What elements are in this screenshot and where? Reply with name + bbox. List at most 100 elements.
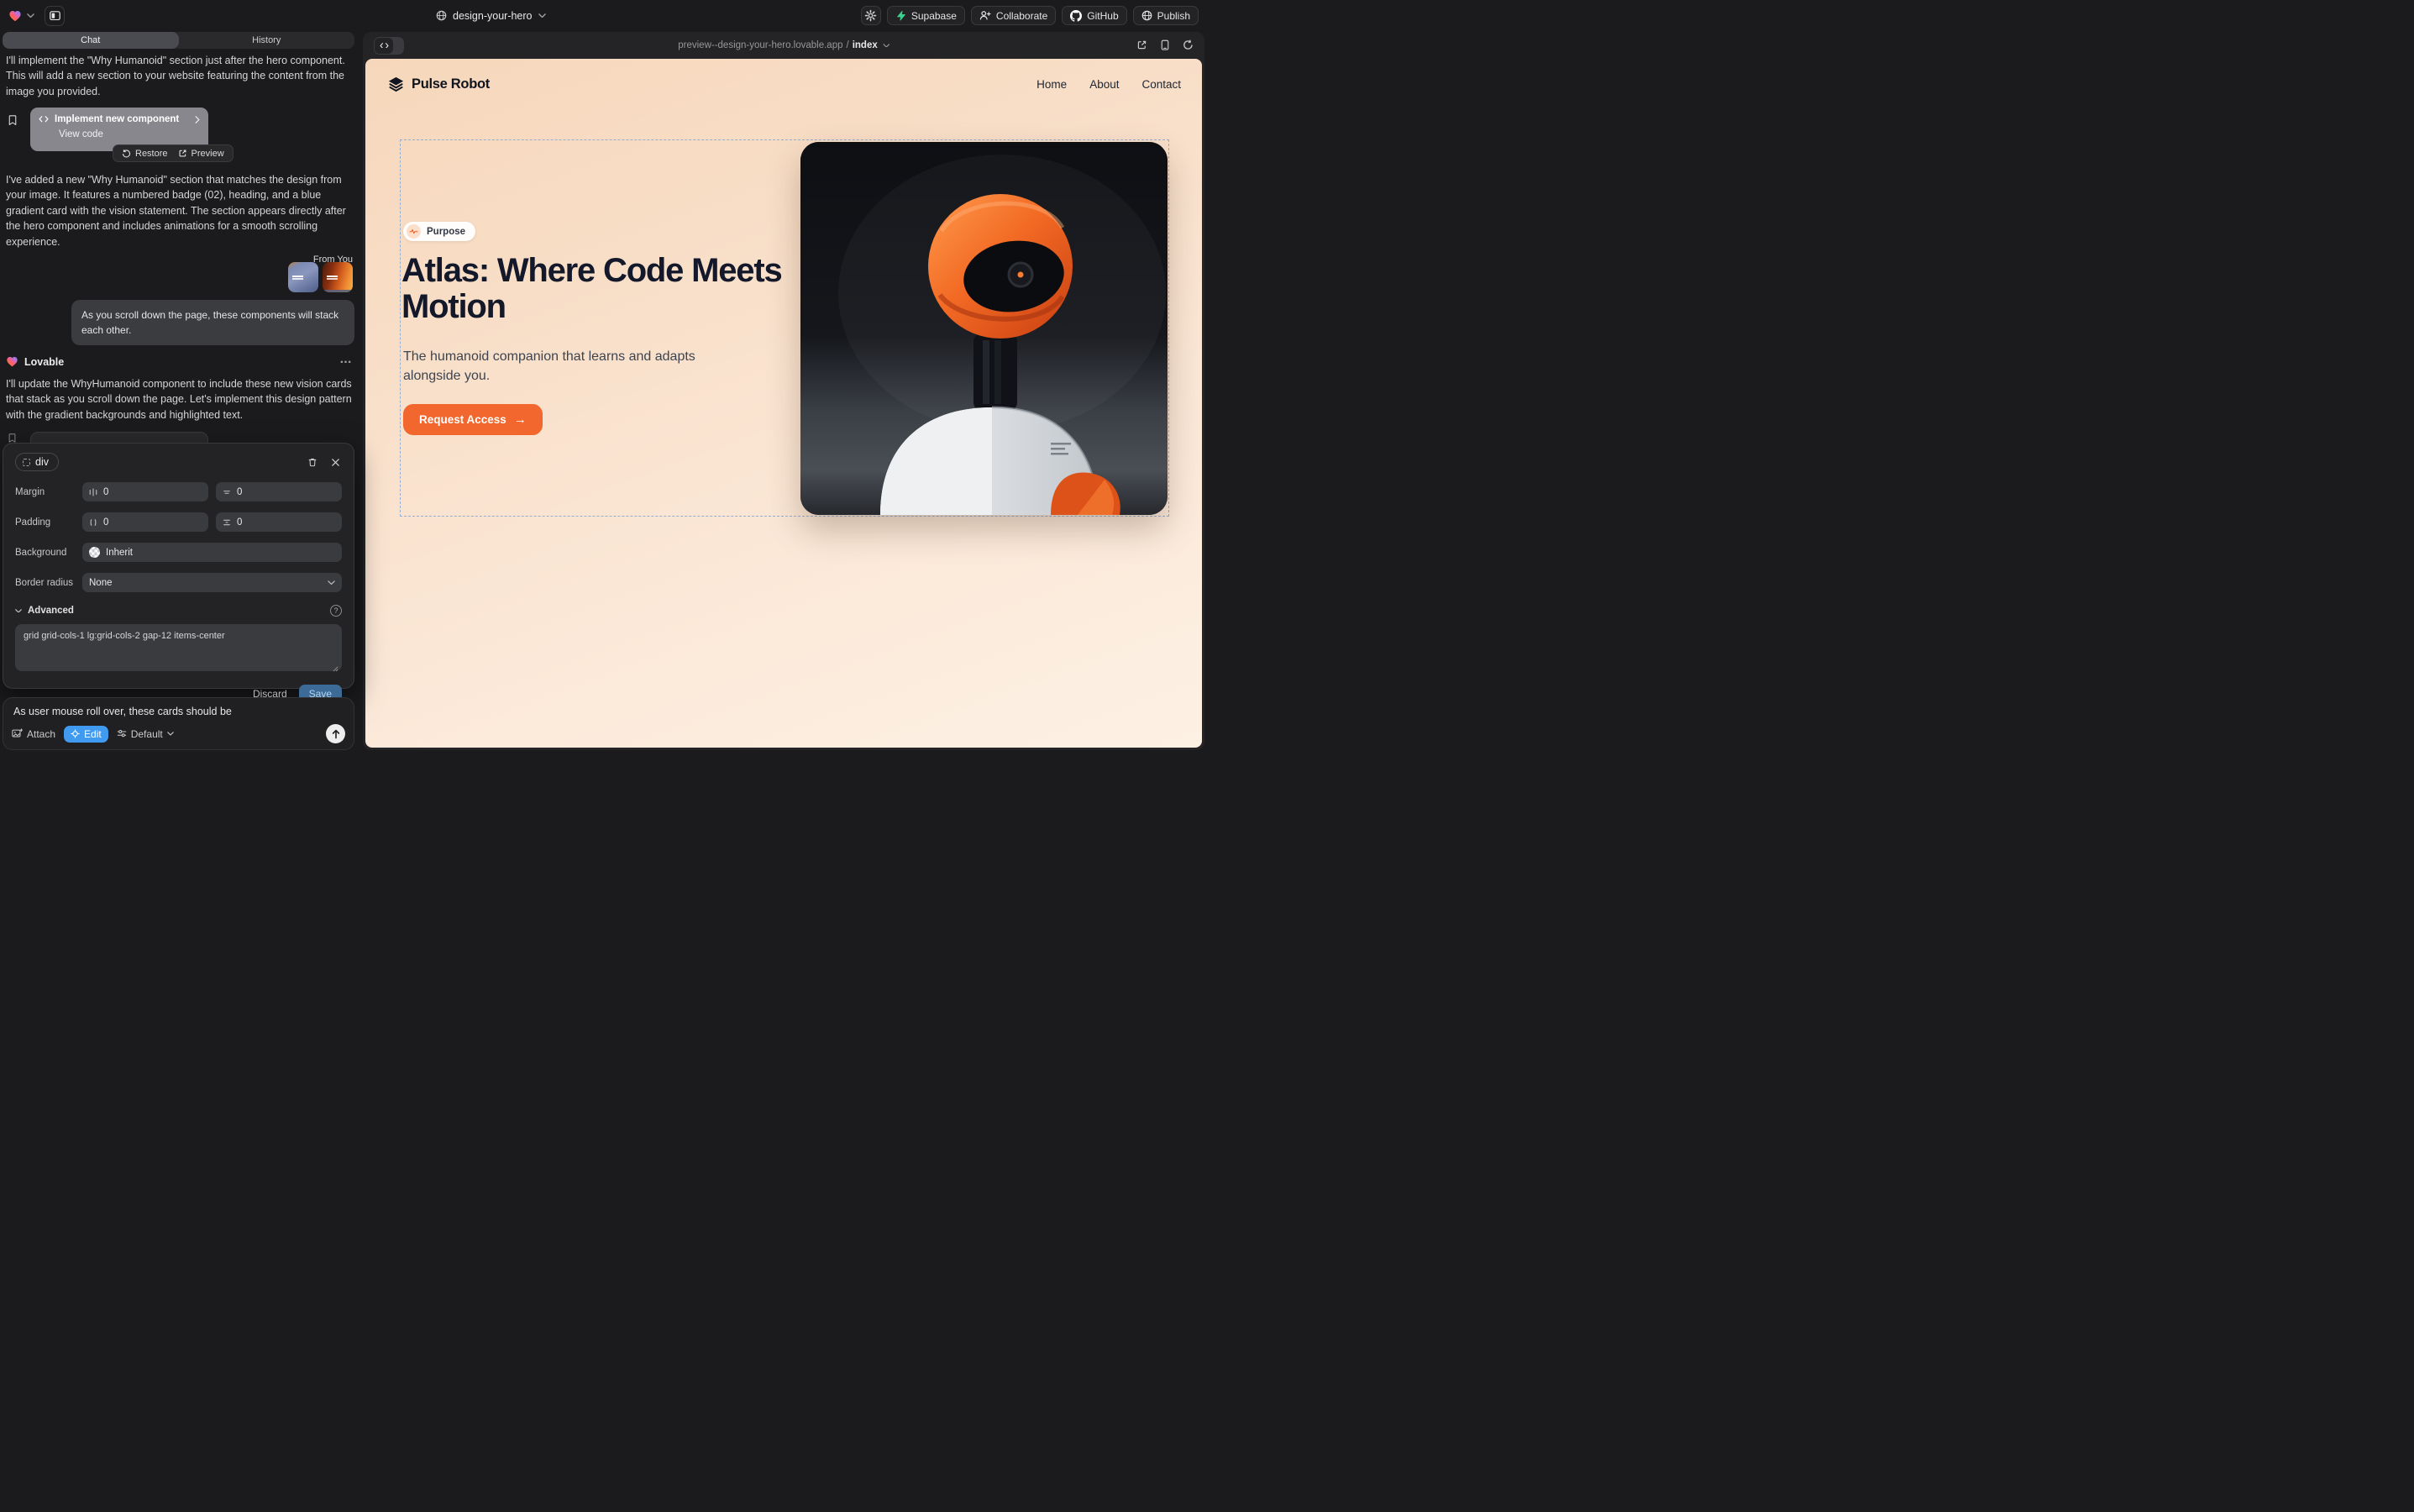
toggle-sidebar-button[interactable] [45, 6, 65, 26]
robot-illustration [800, 142, 1168, 515]
mobile-view-icon[interactable] [1161, 39, 1169, 50]
border-radius-select[interactable]: None [82, 573, 342, 592]
margin-horizontal-input[interactable]: 0 [82, 482, 208, 501]
nav-home[interactable]: Home [1036, 78, 1067, 91]
collaborate-label: Collaborate [996, 10, 1047, 22]
sliders-icon [117, 729, 127, 738]
restore-button[interactable]: Restore [122, 149, 168, 159]
chat-composer: As user mouse roll over, these cards sho… [3, 697, 354, 750]
arrow-up-icon [332, 729, 340, 739]
transparency-swatch-icon [89, 547, 100, 558]
attachment-thumbnail-orange[interactable] [323, 262, 353, 292]
publish-globe-icon [1141, 10, 1152, 21]
chevron-down-icon [328, 580, 335, 585]
nav-about[interactable]: About [1089, 78, 1119, 91]
close-inspector-button[interactable] [329, 456, 342, 469]
assistant-message-3: I'll update the WhyHumanoid component to… [6, 376, 352, 423]
bookmark-icon[interactable] [8, 115, 17, 126]
mode-label: Default [131, 728, 163, 740]
background-label: Background [15, 548, 82, 558]
padding-horizontal-value: 0 [103, 517, 108, 528]
globe-icon [436, 10, 447, 21]
preview-address[interactable]: preview--design-your-hero.lovable.app / … [678, 32, 890, 59]
attach-image-icon [12, 728, 23, 738]
margin-vertical-icon [223, 488, 231, 496]
assistant-message-2: I've added a new "Why Humanoid" section … [6, 172, 352, 249]
user-attachments [288, 262, 353, 292]
preview-page: index [853, 40, 878, 50]
help-icon[interactable]: ? [330, 605, 342, 617]
tab-history[interactable]: History [179, 32, 355, 49]
trash-icon [307, 457, 317, 467]
tab-chat[interactable]: Chat [3, 32, 179, 49]
code-preview-toggle[interactable] [374, 37, 404, 55]
attach-button[interactable]: Attach [12, 728, 55, 740]
resize-handle[interactable] [333, 666, 338, 672]
chevron-down-icon [167, 732, 174, 736]
assistant-header: Lovable [6, 355, 351, 368]
sidebar-panel-icon [50, 11, 60, 20]
github-button[interactable]: GitHub [1062, 6, 1126, 25]
restore-label: Restore [135, 149, 168, 159]
github-icon [1070, 10, 1082, 22]
send-button[interactable] [326, 724, 345, 743]
version-actions: Restore Preview [113, 144, 234, 162]
attach-label: Attach [27, 728, 55, 740]
supabase-label: Supabase [911, 10, 957, 22]
project-switcher[interactable]: design-your-hero [436, 0, 546, 31]
code-icon [39, 116, 49, 123]
background-value: Inherit [106, 548, 133, 558]
edit-mode-button[interactable]: Edit [64, 726, 108, 743]
attachment-thumbnail-blue[interactable] [288, 262, 318, 292]
chevron-down-icon [883, 44, 890, 48]
chat-input[interactable]: As user mouse roll over, these cards sho… [13, 706, 344, 717]
site-logo[interactable]: Pulse Robot [387, 76, 490, 93]
pulse-icon [407, 224, 421, 239]
custom-classes-input[interactable]: grid grid-cols-1 lg:grid-cols-2 gap-12 i… [15, 624, 342, 671]
view-code-link[interactable]: View code [59, 129, 200, 139]
preview-toolbar: preview--design-your-hero.lovable.app / … [363, 32, 1204, 59]
target-icon [71, 729, 80, 738]
supabase-button[interactable]: Supabase [887, 6, 965, 25]
selected-element-chip[interactable]: div [15, 453, 59, 471]
collaborate-button[interactable]: Collaborate [971, 6, 1056, 25]
refresh-icon[interactable] [1183, 39, 1194, 50]
selected-hero-section[interactable]: Purpose Atlas: Where Code Meets Motion T… [400, 139, 1169, 517]
chat-history-tabs: Chat History [3, 32, 354, 49]
lovable-logo-icon[interactable] [8, 9, 22, 23]
background-input[interactable]: Inherit [82, 543, 342, 562]
padding-vertical-icon [223, 518, 231, 527]
preview-button[interactable]: Preview [178, 149, 224, 159]
chevron-right-icon [195, 116, 200, 123]
padding-label: Padding [15, 517, 82, 528]
model-mode-button[interactable]: Default [117, 728, 174, 740]
border-radius-value: None [89, 578, 113, 588]
advanced-label: Advanced [28, 606, 324, 616]
bookmark-icon[interactable] [8, 433, 16, 443]
more-options-icon[interactable] [340, 360, 351, 364]
publish-label: Publish [1157, 10, 1190, 22]
publish-button[interactable]: Publish [1133, 6, 1199, 25]
assistant-message-1: I'll implement the "Why Humanoid" sectio… [6, 53, 352, 99]
padding-horizontal-input[interactable]: 0 [82, 512, 208, 532]
margin-vertical-input[interactable]: 0 [216, 482, 342, 501]
padding-vertical-input[interactable]: 0 [216, 512, 342, 532]
chevron-down-icon [538, 13, 546, 18]
robot-hero-image [800, 142, 1168, 515]
open-in-new-tab-icon[interactable] [1136, 39, 1147, 50]
nav-contact[interactable]: Contact [1141, 78, 1181, 91]
user-message: As you scroll down the page, these compo… [71, 300, 354, 345]
preview-domain: preview--design-your-hero.lovable.app [678, 40, 842, 50]
hero-subtitle: The humanoid companion that learns and a… [403, 348, 721, 386]
gear-icon [864, 9, 877, 22]
request-access-button[interactable]: Request Access → [403, 404, 543, 435]
chevron-down-icon[interactable] [27, 13, 34, 18]
project-name: design-your-hero [453, 10, 533, 22]
border-radius-label: Border radius [15, 578, 82, 588]
brand-name: Pulse Robot [412, 76, 490, 92]
component-card-partial[interactable] [30, 432, 208, 444]
delete-element-button[interactable] [306, 455, 319, 469]
advanced-section-header[interactable]: Advanced ? [15, 605, 342, 617]
settings-button[interactable] [861, 6, 881, 25]
badge-label: Purpose [427, 227, 465, 237]
